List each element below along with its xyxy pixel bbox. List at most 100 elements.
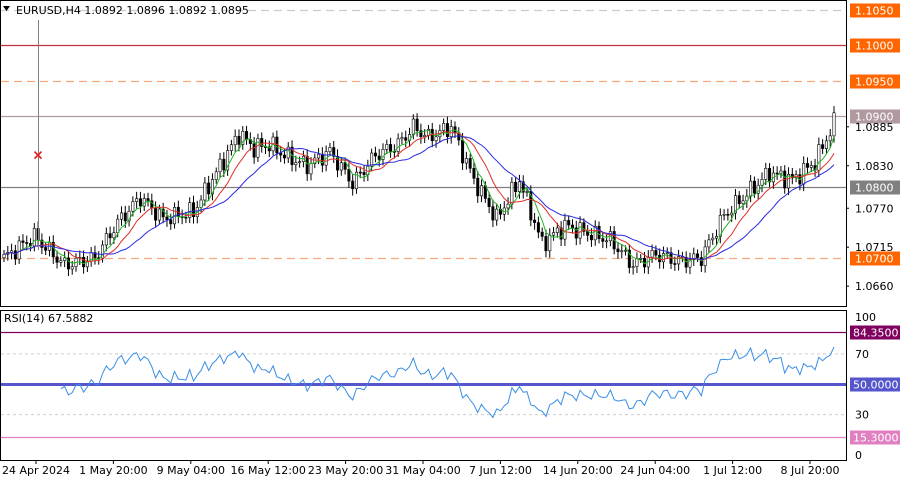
candle-body[interactable] bbox=[741, 200, 745, 205]
candle-body[interactable] bbox=[351, 180, 355, 190]
candle-body[interactable] bbox=[461, 139, 465, 164]
candle-body[interactable] bbox=[245, 131, 249, 140]
price-panel[interactable]: 1.10501.10001.09501.09001.08001.0700 bbox=[1, 3, 900, 277]
candle-body[interactable] bbox=[715, 236, 719, 239]
candle-body[interactable] bbox=[119, 212, 123, 220]
candle-body[interactable] bbox=[317, 153, 321, 159]
candle-body[interactable] bbox=[699, 257, 703, 266]
candle-body[interactable] bbox=[737, 195, 741, 205]
candle-body[interactable] bbox=[775, 172, 779, 175]
candle-body[interactable] bbox=[635, 258, 639, 267]
candle-body[interactable] bbox=[722, 213, 726, 216]
candle-body[interactable] bbox=[578, 222, 582, 239]
candle-body[interactable] bbox=[305, 155, 309, 175]
candle-body[interactable] bbox=[476, 177, 480, 197]
candle-body[interactable] bbox=[17, 240, 21, 260]
trading-chart[interactable]: 1.10501.10001.09501.09001.08001.0700 84.… bbox=[0, 0, 900, 480]
candle-body[interactable] bbox=[472, 168, 476, 179]
candle-body[interactable] bbox=[445, 123, 449, 137]
candle-body[interactable] bbox=[131, 201, 135, 212]
candle-body[interactable] bbox=[620, 250, 624, 253]
candle-body[interactable] bbox=[21, 240, 25, 243]
candle-body[interactable] bbox=[760, 179, 764, 186]
candle-body[interactable] bbox=[233, 135, 237, 146]
candle-body[interactable] bbox=[464, 158, 468, 164]
candle-body[interactable] bbox=[404, 137, 408, 141]
candle-body[interactable] bbox=[370, 152, 374, 167]
candle-body[interactable] bbox=[749, 180, 753, 197]
candle-body[interactable] bbox=[514, 182, 518, 192]
candle-body[interactable] bbox=[63, 257, 67, 261]
candle-body[interactable] bbox=[605, 240, 609, 243]
candle-body[interactable] bbox=[25, 242, 29, 244]
candle-body[interactable] bbox=[533, 219, 537, 223]
candle-body[interactable] bbox=[256, 138, 260, 158]
candle-body[interactable] bbox=[123, 212, 127, 222]
candle-body[interactable] bbox=[207, 182, 211, 195]
candle-body[interactable] bbox=[726, 213, 730, 216]
candle-body[interactable] bbox=[82, 256, 86, 268]
candle-body[interactable] bbox=[597, 225, 601, 239]
candle-body[interactable] bbox=[108, 233, 112, 239]
candle-body[interactable] bbox=[570, 224, 574, 229]
candle-body[interactable] bbox=[480, 185, 484, 197]
candle-body[interactable] bbox=[400, 137, 404, 140]
candle-body[interactable] bbox=[237, 135, 241, 145]
candle-body[interactable] bbox=[802, 163, 806, 185]
candle-body[interactable] bbox=[589, 234, 593, 241]
candle-body[interactable] bbox=[415, 118, 419, 132]
candle-body[interactable] bbox=[616, 248, 620, 253]
candle-body[interactable] bbox=[169, 219, 173, 225]
candle-body[interactable] bbox=[631, 266, 635, 268]
candle-body[interactable] bbox=[639, 258, 643, 260]
candle-body[interactable] bbox=[396, 138, 400, 152]
candle-body[interactable] bbox=[116, 218, 120, 233]
candle-body[interactable] bbox=[661, 253, 665, 263]
candle-body[interactable] bbox=[282, 154, 286, 159]
candle-body[interactable] bbox=[824, 140, 828, 149]
candle-body[interactable] bbox=[309, 163, 313, 175]
candle-body[interactable] bbox=[328, 147, 332, 152]
candle-body[interactable] bbox=[214, 171, 218, 180]
candle-body[interactable] bbox=[707, 239, 711, 248]
candle-body[interactable] bbox=[487, 198, 491, 207]
candle-body[interactable] bbox=[104, 233, 108, 246]
candle-body[interactable] bbox=[434, 136, 438, 142]
candle-body[interactable] bbox=[294, 162, 298, 165]
rsi-panel[interactable]: 84.3500 50.0000 15.3000 bbox=[1, 325, 900, 445]
candle-body[interactable] bbox=[809, 165, 813, 168]
candle-body[interactable] bbox=[157, 208, 161, 221]
candle-body[interactable] bbox=[70, 266, 74, 270]
candle-body[interactable] bbox=[377, 155, 381, 160]
candle-body[interactable] bbox=[229, 144, 233, 151]
candle-body[interactable] bbox=[832, 112, 836, 137]
candle-body[interactable] bbox=[252, 143, 256, 158]
candle-body[interactable] bbox=[544, 236, 548, 252]
candle-body[interactable] bbox=[347, 169, 351, 182]
candle-body[interactable] bbox=[218, 158, 222, 173]
candle-body[interactable] bbox=[146, 198, 150, 202]
candle-body[interactable] bbox=[32, 228, 36, 247]
candle-body[interactable] bbox=[2, 253, 6, 259]
candle-body[interactable] bbox=[768, 168, 772, 183]
candle-body[interactable] bbox=[298, 161, 302, 163]
candle-body[interactable] bbox=[548, 234, 552, 252]
candle-body[interactable] bbox=[165, 216, 169, 221]
candle-body[interactable] bbox=[44, 247, 48, 251]
candle-body[interactable] bbox=[525, 191, 529, 193]
candle-body[interactable] bbox=[423, 135, 427, 137]
candle-body[interactable] bbox=[154, 207, 158, 221]
candle-body[interactable] bbox=[711, 237, 715, 241]
candle-body[interactable] bbox=[339, 162, 343, 171]
candle-body[interactable] bbox=[730, 212, 734, 216]
candle-body[interactable] bbox=[389, 144, 393, 152]
candle-body[interactable] bbox=[184, 216, 188, 219]
candle-body[interactable] bbox=[59, 260, 63, 263]
candle-body[interactable] bbox=[373, 152, 377, 157]
candle-body[interactable] bbox=[385, 144, 389, 150]
candle-body[interactable] bbox=[654, 250, 658, 256]
candle-body[interactable] bbox=[138, 198, 142, 207]
candle-body[interactable] bbox=[540, 231, 544, 237]
candle-body[interactable] bbox=[601, 238, 605, 242]
candle-body[interactable] bbox=[55, 256, 59, 263]
